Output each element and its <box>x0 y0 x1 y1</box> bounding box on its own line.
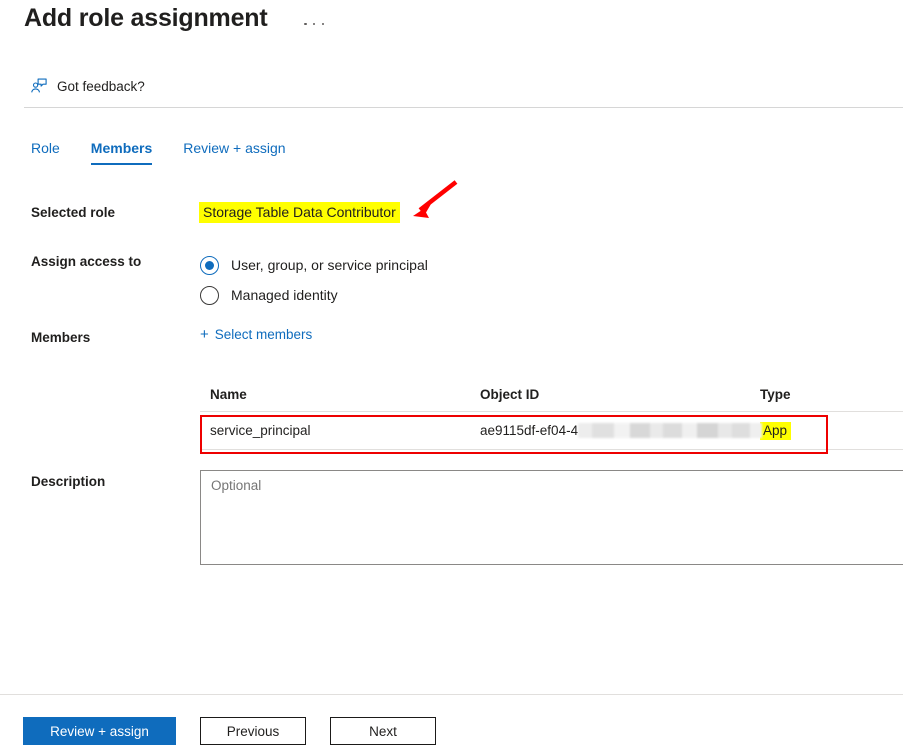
table-row[interactable]: service_principal ae9115df-ef04-4 App <box>200 412 903 450</box>
footer-actions: Review + assign Previous Next <box>23 717 436 745</box>
previous-button[interactable]: Previous <box>200 717 306 745</box>
radio-selected-icon <box>200 255 219 275</box>
red-arrow-annotation <box>413 180 458 218</box>
got-feedback-label: Got feedback? <box>57 78 145 94</box>
cell-object-id: ae9115df-ef04-4 <box>478 423 763 438</box>
tab-members[interactable]: Members <box>90 140 153 165</box>
selected-role-label: Selected role <box>31 205 116 220</box>
ellipsis-icon[interactable] <box>303 14 325 34</box>
column-header-name: Name <box>210 387 247 402</box>
review-assign-button[interactable]: Review + assign <box>23 717 176 745</box>
page-title: Add role assignment <box>24 4 268 32</box>
radio-label-managed-identity: Managed identity <box>231 287 338 303</box>
members-table: Name Object ID Type service_principal ae… <box>200 378 903 450</box>
column-header-type: Type <box>760 387 791 402</box>
radio-user-group-service-principal[interactable]: User, group, or service principal <box>200 250 428 280</box>
tab-bar: Role Members Review + assign <box>31 140 286 165</box>
tab-review-assign[interactable]: Review + assign <box>183 140 285 165</box>
description-label: Description <box>31 474 106 489</box>
assign-access-label: Assign access to <box>31 254 142 269</box>
plus-icon: + <box>200 326 209 343</box>
got-feedback-link[interactable]: Got feedback? <box>30 77 145 95</box>
select-members-button[interactable]: + Select members <box>200 327 312 342</box>
members-label: Members <box>31 330 91 345</box>
object-id-redaction <box>578 423 763 438</box>
header-divider <box>24 107 903 108</box>
radio-label-user-group: User, group, or service principal <box>231 257 428 273</box>
tab-role[interactable]: Role <box>31 140 60 165</box>
radio-managed-identity[interactable]: Managed identity <box>200 280 428 310</box>
table-header-row: Name Object ID Type <box>200 378 903 412</box>
next-button[interactable]: Next <box>330 717 436 745</box>
feedback-person-icon <box>30 77 48 95</box>
select-members-label: Select members <box>214 327 313 342</box>
cell-type: App <box>758 422 903 440</box>
cell-member-name: service_principal <box>210 423 311 438</box>
description-input[interactable] <box>200 470 903 565</box>
type-badge: App <box>760 422 792 440</box>
object-id-visible-text: ae9115df-ef04-4 <box>480 423 579 438</box>
selected-role-value: Storage Table Data Contributor <box>199 202 400 223</box>
footer-divider <box>0 694 903 695</box>
radio-unselected-icon <box>200 285 219 305</box>
assign-access-radio-group: User, group, or service principal Manage… <box>200 250 428 310</box>
column-header-object-id: Object ID <box>480 387 540 402</box>
